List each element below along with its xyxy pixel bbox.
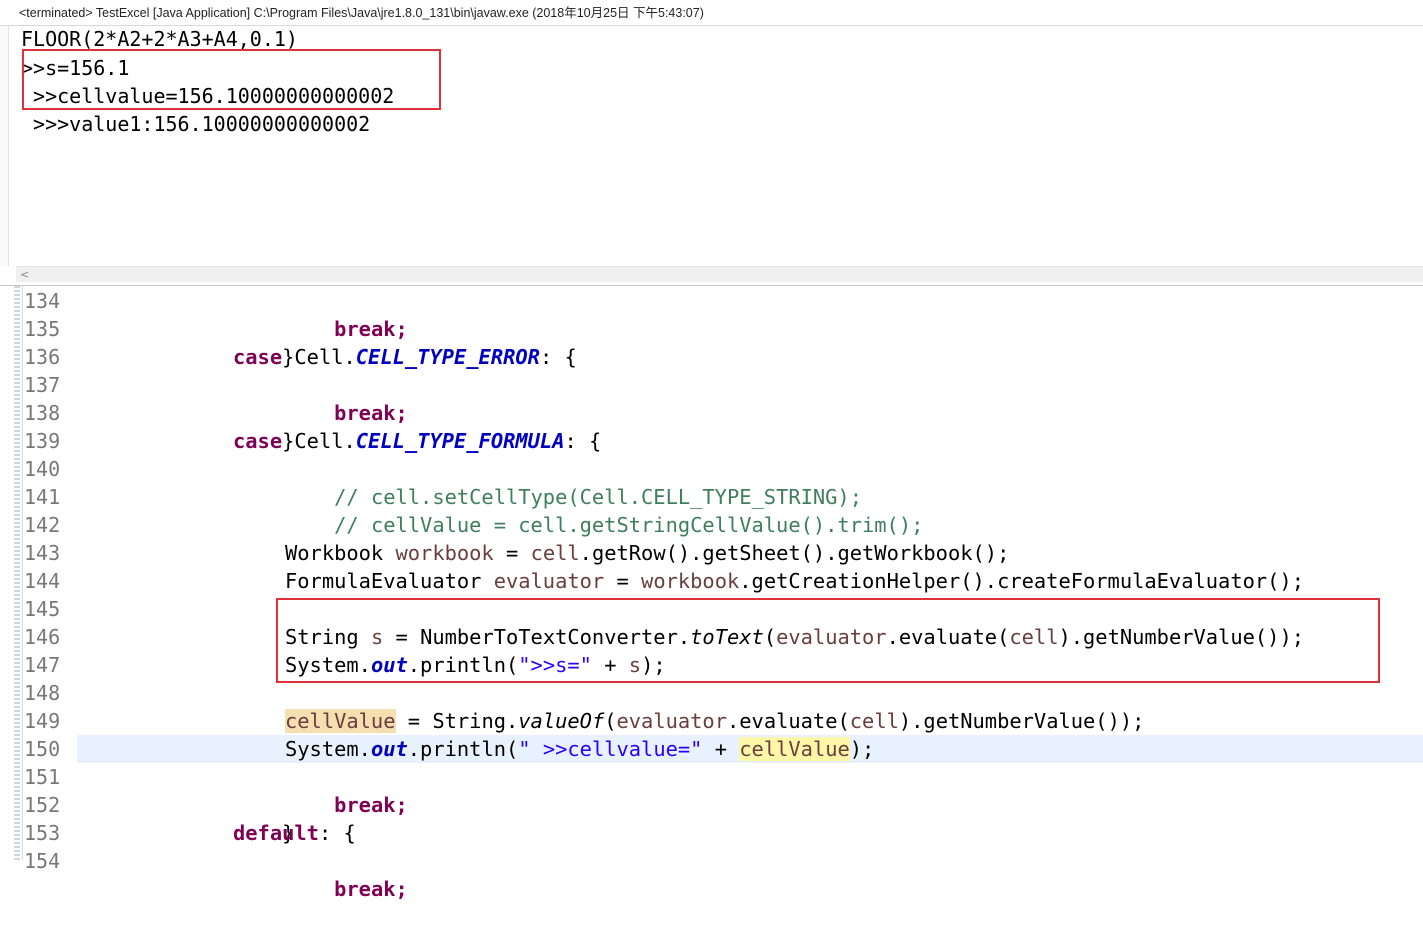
class-system: System. bbox=[285, 737, 371, 761]
keyword-case: case bbox=[233, 345, 283, 369]
var-cell-value: cellValue bbox=[285, 709, 396, 733]
code-line-149[interactable]: cellValue = String.valueOf(evaluator.eva… bbox=[285, 707, 1144, 735]
assign: = bbox=[493, 541, 531, 565]
constant-cell-type-formula: CELL_TYPE_FORMULA bbox=[355, 429, 565, 453]
line-number: 153 bbox=[24, 821, 61, 845]
string-literal: " >>cellvalue=" bbox=[518, 737, 703, 761]
method-println: .println( bbox=[407, 737, 519, 761]
code-line-151[interactable]: break; bbox=[285, 763, 408, 817]
keyword-break: break; bbox=[334, 793, 408, 817]
code-line-137[interactable]: break; bbox=[285, 371, 408, 425]
line-number: 152 bbox=[24, 793, 61, 817]
code-line-140[interactable]: // cell.setCellType(Cell.CELL_TYPE_STRIN… bbox=[285, 455, 862, 509]
keyword-break: break; bbox=[334, 317, 408, 341]
plus: + bbox=[702, 737, 740, 761]
line-number: 146 bbox=[24, 625, 61, 649]
class-string: String. bbox=[432, 709, 519, 733]
console-horizontal-scrollbar[interactable]: < bbox=[16, 266, 1423, 282]
type-workbook: Workbook bbox=[285, 541, 396, 565]
method-chain: .getCreationHelper().createFormulaEvalua… bbox=[739, 569, 1304, 593]
code-line-152[interactable]: } bbox=[233, 791, 294, 845]
constant-cell-type-error: CELL_TYPE_ERROR bbox=[355, 345, 540, 369]
code-line-139[interactable]: case Cell.CELL_TYPE_FORMULA: { bbox=[233, 427, 601, 455]
code-editor[interactable]: 134 135 136 137 138 139 140 141 142 143 … bbox=[0, 285, 1423, 901]
keyword-break: break; bbox=[334, 877, 408, 901]
gutter-overview-strip bbox=[14, 286, 20, 860]
code-line-150[interactable]: System.out.println(" >>cellvalue=" + cel… bbox=[285, 735, 874, 763]
field-out: out bbox=[370, 737, 408, 761]
code-line-141[interactable]: // cellValue = cell.getStringCellValue()… bbox=[285, 483, 923, 537]
code-line-138[interactable]: } bbox=[233, 399, 294, 453]
line-number: 140 bbox=[24, 457, 61, 481]
console-left-ruler bbox=[0, 26, 9, 266]
line-number: 149 bbox=[24, 709, 61, 733]
line-number: 150 bbox=[24, 737, 61, 761]
keyword-case: case bbox=[233, 429, 283, 453]
colon-brace: : { bbox=[539, 345, 577, 369]
method-value-of: valueOf bbox=[518, 709, 605, 733]
scroll-left-icon[interactable]: < bbox=[20, 267, 29, 282]
line-number: 138 bbox=[24, 401, 61, 425]
var-cell-value: cellValue bbox=[739, 737, 850, 761]
console-title: <terminated> TestExcel [Java Application… bbox=[0, 0, 1423, 26]
method-chain: .getRow().getSheet().getWorkbook(); bbox=[579, 541, 1010, 565]
var-workbook: workbook bbox=[641, 569, 740, 593]
line-number: 151 bbox=[24, 765, 61, 789]
colon-brace: : { bbox=[318, 821, 356, 845]
cell-class-ref: Cell. bbox=[282, 345, 356, 369]
code-highlight-box bbox=[276, 598, 1380, 683]
open-paren: ( bbox=[604, 709, 617, 733]
line-number: 144 bbox=[24, 569, 61, 593]
line-number: 145 bbox=[24, 597, 61, 621]
line-number: 139 bbox=[24, 429, 61, 453]
var-evaluator: evaluator bbox=[616, 709, 728, 733]
method-chain: ).getNumberValue()); bbox=[898, 709, 1145, 733]
code-line-136[interactable]: case Cell.CELL_TYPE_ERROR: { bbox=[233, 343, 577, 371]
assign: = bbox=[604, 569, 642, 593]
line-number: 136 bbox=[24, 345, 61, 369]
close-stmt: ); bbox=[849, 737, 875, 761]
colon-brace: : { bbox=[564, 429, 602, 453]
keyword-default: default bbox=[233, 821, 319, 845]
line-number: 143 bbox=[24, 541, 61, 565]
gutter-divider bbox=[22, 286, 23, 860]
var-workbook: workbook bbox=[395, 541, 494, 565]
line-number: 137 bbox=[24, 373, 61, 397]
console-highlight-box bbox=[22, 49, 441, 110]
code-line-153[interactable]: default: { bbox=[233, 819, 356, 847]
code-line-144[interactable]: FormulaEvaluator evaluator = workbook.ge… bbox=[285, 567, 1304, 595]
code-line-154[interactable]: break; bbox=[285, 847, 408, 901]
cell-class-ref: Cell. bbox=[282, 429, 356, 453]
line-number: 147 bbox=[24, 653, 61, 677]
console-line-value1: >>>value1:156.10000000000002 bbox=[21, 112, 371, 136]
line-number: 135 bbox=[24, 317, 61, 341]
type-formula-evaluator: FormulaEvaluator bbox=[285, 569, 494, 593]
var-evaluator: evaluator bbox=[493, 569, 605, 593]
method-evaluate: .evaluate( bbox=[727, 709, 850, 733]
line-number: 134 bbox=[24, 289, 61, 313]
line-number: 142 bbox=[24, 513, 61, 537]
console-panel: <terminated> TestExcel [Java Application… bbox=[0, 0, 1423, 283]
code-line-134[interactable]: break; bbox=[285, 287, 408, 341]
var-cell: cell bbox=[530, 541, 580, 565]
code-line-135[interactable]: } bbox=[233, 315, 294, 369]
var-cell: cell bbox=[849, 709, 899, 733]
comment: // cellValue = cell.getStringCellValue()… bbox=[334, 513, 924, 537]
line-number: 148 bbox=[24, 681, 61, 705]
code-line-143[interactable]: Workbook workbook = cell.getRow().getShe… bbox=[285, 539, 1009, 567]
line-number: 154 bbox=[24, 849, 61, 873]
keyword-break: break; bbox=[334, 401, 408, 425]
line-number: 141 bbox=[24, 485, 61, 509]
assign: = bbox=[395, 709, 433, 733]
